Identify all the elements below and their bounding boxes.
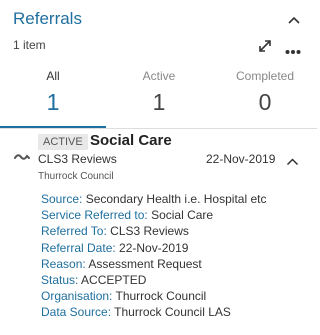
chevron-up-icon xyxy=(288,16,300,24)
detail-label: Data Source: xyxy=(41,305,112,320)
detail-row: Reason: Assessment Request xyxy=(41,256,266,272)
expand-panel-button[interactable] xyxy=(257,38,273,54)
more-options-button[interactable] xyxy=(285,42,301,54)
referral-organisation: Thurrock Council xyxy=(38,171,114,182)
item-count: 1 item xyxy=(13,38,46,52)
tab-label: Active xyxy=(142,69,176,83)
tab-active[interactable]: Active 1 xyxy=(106,62,212,128)
collapse-panel-button[interactable] xyxy=(287,12,301,24)
referral-type: Social Care xyxy=(90,132,172,149)
collapse-item-button[interactable] xyxy=(286,153,299,166)
tab-all[interactable]: All 1 xyxy=(0,62,106,129)
tab-count: 1 xyxy=(152,89,166,115)
tab-label: All xyxy=(46,69,60,83)
tab-count: 0 xyxy=(258,89,272,115)
detail-row: Source: Secondary Health i.e. Hospital e… xyxy=(41,191,266,207)
detail-label: Referred To: xyxy=(41,224,107,239)
detail-row: Status: ACCEPTED xyxy=(41,272,266,288)
detail-label: Referral Date: xyxy=(41,240,116,255)
referral-tabs: All 1 Active 1 Completed 0 xyxy=(0,62,318,129)
detail-label: Status: xyxy=(41,272,79,287)
referral-date: 22-Nov-2019 xyxy=(206,152,276,166)
tab-label: Completed xyxy=(235,69,295,83)
referral-name: CLS3 Reviews xyxy=(38,152,117,166)
referral-wave-icon xyxy=(14,154,30,160)
status-badge: ACTIVE xyxy=(38,134,88,150)
detail-row: Service Referred to: Social Care xyxy=(41,207,266,223)
detail-value: CLS3 Reviews xyxy=(110,224,189,239)
detail-row: Organisation: Thurrock Council xyxy=(41,288,266,304)
chevron-up-icon xyxy=(286,158,299,166)
detail-value: Assessment Request xyxy=(88,256,202,271)
referral-details: Source: Secondary Health i.e. Hospital e… xyxy=(41,191,266,321)
detail-label: Service Referred to: xyxy=(41,208,148,223)
detail-row: Referral Date: 22-Nov-2019 xyxy=(41,240,266,256)
detail-value: Social Care xyxy=(151,208,214,223)
detail-value: 22-Nov-2019 xyxy=(119,240,189,255)
expand-arrows-icon xyxy=(259,40,271,52)
detail-label: Reason: xyxy=(41,256,86,271)
detail-value: Thurrock Council xyxy=(115,289,207,304)
tab-count: 1 xyxy=(46,89,60,115)
detail-label: Source: xyxy=(41,192,83,206)
panel-title: Referrals xyxy=(13,9,82,28)
detail-label: Organisation: xyxy=(41,289,113,304)
detail-value: Secondary Health i.e. Hospital etc xyxy=(85,192,267,206)
referral-item: ACTIVE Social Care CLS3 Reviews Thurrock… xyxy=(0,131,317,335)
detail-value: Thurrock Council LAS xyxy=(114,305,231,320)
referrals-header: Referrals 1 item xyxy=(0,0,317,58)
divider xyxy=(0,128,317,129)
detail-value: ACCEPTED xyxy=(81,272,147,287)
detail-row: Data Source: Thurrock Council LAS xyxy=(41,304,266,320)
more-dots-icon xyxy=(285,50,301,54)
detail-row: Referred To: CLS3 Reviews xyxy=(41,223,266,239)
tab-completed[interactable]: Completed 0 xyxy=(212,62,318,128)
